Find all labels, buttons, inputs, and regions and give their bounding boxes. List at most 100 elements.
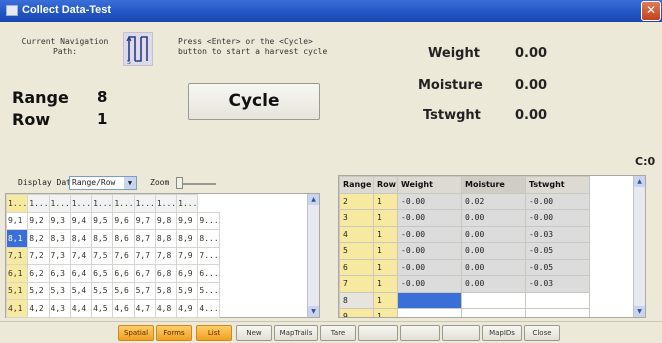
map-cell[interactable]: 4,6 [112, 299, 135, 318]
map-cell[interactable]: 9,8 [154, 211, 178, 230]
map-cell[interactable]: 6,7 [133, 264, 156, 283]
map-cell[interactable]: 5,6 [112, 281, 135, 300]
map-cell[interactable]: 4,7 [133, 299, 156, 318]
map-cell[interactable]: 7,5 [91, 246, 114, 265]
map-cell[interactable]: 9,3 [48, 211, 71, 230]
maptrails-button[interactable]: MapTrails [274, 325, 318, 341]
display-data-select[interactable]: Range/Row ▼ [69, 176, 137, 190]
map-cell[interactable]: 7,9 [176, 246, 199, 265]
map-cell[interactable]: 5... [197, 281, 220, 300]
map-cell[interactable]: 8,3 [48, 229, 71, 248]
table-row[interactable]: 7 1 -0.00 0.00 -0.03 [339, 275, 590, 293]
map-cell[interactable]: 6,3 [48, 264, 71, 283]
map-cell[interactable]: 5,4 [69, 281, 93, 300]
blank-button-1[interactable] [358, 325, 398, 341]
map-cell[interactable]: 8,9 [176, 229, 199, 248]
map-cell[interactable]: 1... [5, 194, 29, 213]
map-cell[interactable]: 7,8 [154, 246, 178, 265]
map-cell[interactable]: 9,9 [176, 211, 199, 230]
map-cell[interactable]: 9... [197, 211, 220, 230]
map-cell[interactable]: 6,1 [5, 264, 29, 283]
map-cell[interactable]: 4,4 [69, 299, 93, 318]
cycle-button[interactable]: Cycle [188, 83, 320, 120]
map-cell[interactable]: 4,2 [27, 299, 50, 318]
map-cell[interactable]: 6... [197, 264, 220, 283]
forms-button[interactable]: Forms [156, 325, 192, 341]
map-cell[interactable]: 9,1 [5, 211, 29, 230]
map-cell[interactable]: 4,8 [154, 299, 178, 318]
map-cell[interactable]: 7,4 [69, 246, 93, 265]
table-row[interactable]: 4 1 -0.00 0.00 -0.03 [339, 225, 590, 243]
map-cell[interactable]: 5,7 [133, 281, 156, 300]
map-cell[interactable]: 9,6 [112, 211, 135, 230]
mapids-button[interactable]: MapIDs [482, 325, 522, 341]
map-cell[interactable]: 8,7 [133, 229, 156, 248]
blank-button-2[interactable] [400, 325, 440, 341]
table-row[interactable]: 5 1 -0.00 0.00 -0.05 [339, 242, 590, 260]
map-cell[interactable]: 5,9 [176, 281, 199, 300]
map-cell[interactable]: 4,5 [91, 299, 114, 318]
spatial-button[interactable]: Spatial [118, 325, 154, 341]
zoom-slider-thumb[interactable] [176, 177, 183, 189]
map-cell[interactable]: 7,1 [5, 246, 29, 265]
scroll-up-icon[interactable]: ▲ [634, 176, 645, 187]
map-cell[interactable]: 1... [27, 194, 50, 213]
map-cell[interactable]: 1... [154, 194, 178, 213]
map-cell[interactable]: 6,4 [69, 264, 93, 283]
map-cell[interactable]: 1... [91, 194, 114, 213]
map-cell[interactable]: 5,5 [91, 281, 114, 300]
map-cell[interactable]: 5,8 [154, 281, 178, 300]
column-header-tstwght[interactable]: Tstwght [525, 176, 590, 194]
map-cell[interactable]: 9,2 [27, 211, 50, 230]
new-button[interactable]: New [236, 325, 272, 341]
map-cell[interactable]: 6,5 [91, 264, 114, 283]
blank-button-3[interactable] [442, 325, 480, 341]
map-cell[interactable]: 8... [197, 229, 220, 248]
table-row[interactable]: 6 1 -0.00 0.00 -0.05 [339, 258, 590, 276]
map-cell[interactable]: 1... [176, 194, 199, 213]
map-cell[interactable]: 1... [133, 194, 156, 213]
results-vertical-scrollbar[interactable]: ▲ ▼ [633, 176, 645, 317]
map-cell[interactable]: 4,3 [48, 299, 71, 318]
scroll-down-icon[interactable]: ▼ [308, 306, 319, 317]
table-row-current[interactable]: 8 1 [339, 291, 590, 309]
map-cell[interactable]: 5,2 [27, 281, 50, 300]
tare-button[interactable]: Tare [320, 325, 356, 341]
map-cell[interactable]: 4... [197, 299, 220, 318]
map-cell[interactable]: 4,9 [176, 299, 199, 318]
map-cell[interactable]: 5,1 [5, 281, 29, 300]
map-cell[interactable]: 8,5 [91, 229, 114, 248]
map-vertical-scrollbar[interactable]: ▲ ▼ [307, 194, 319, 317]
table-row[interactable]: 9 1 [339, 308, 590, 317]
map-cell[interactable]: 8,2 [27, 229, 50, 248]
map-cell[interactable]: 9,7 [133, 211, 156, 230]
map-cell[interactable]: 7,6 [112, 246, 135, 265]
map-cell-selected[interactable]: 8,1 [5, 229, 29, 248]
map-cell[interactable]: 8,4 [69, 229, 93, 248]
column-header-range[interactable]: Range [339, 176, 374, 194]
table-row[interactable]: 3 1 -0.00 0.00 -0.00 [339, 209, 590, 227]
map-cell[interactable]: 7,2 [27, 246, 50, 265]
map-cell[interactable]: 7... [197, 246, 220, 265]
list-button[interactable]: List [196, 325, 232, 341]
map-cell[interactable]: 7,7 [133, 246, 156, 265]
map-cell[interactable]: 9,4 [69, 211, 93, 230]
close-button[interactable]: ✕ [641, 1, 661, 21]
column-header-row[interactable]: Row [373, 176, 398, 194]
map-cell[interactable]: 7,3 [48, 246, 71, 265]
scroll-up-icon[interactable]: ▲ [308, 194, 319, 205]
map-cell[interactable]: 8,8 [154, 229, 178, 248]
scroll-down-icon[interactable]: ▼ [634, 306, 645, 317]
map-cell[interactable]: 1... [48, 194, 71, 213]
cell-weight-selected[interactable] [397, 291, 462, 309]
map-cell[interactable]: 6,8 [154, 264, 178, 283]
navigation-path-icon[interactable]: S [123, 32, 153, 66]
map-cell[interactable]: 1... [112, 194, 135, 213]
map-cell[interactable]: 8,6 [112, 229, 135, 248]
map-cell[interactable]: 4,1 [5, 299, 29, 318]
map-cell[interactable]: 5,3 [48, 281, 71, 300]
map-cell[interactable]: 6,2 [27, 264, 50, 283]
map-cell[interactable]: 9,5 [91, 211, 114, 230]
column-header-moisture[interactable]: Moisture [461, 176, 526, 194]
close-form-button[interactable]: Close [524, 325, 560, 341]
